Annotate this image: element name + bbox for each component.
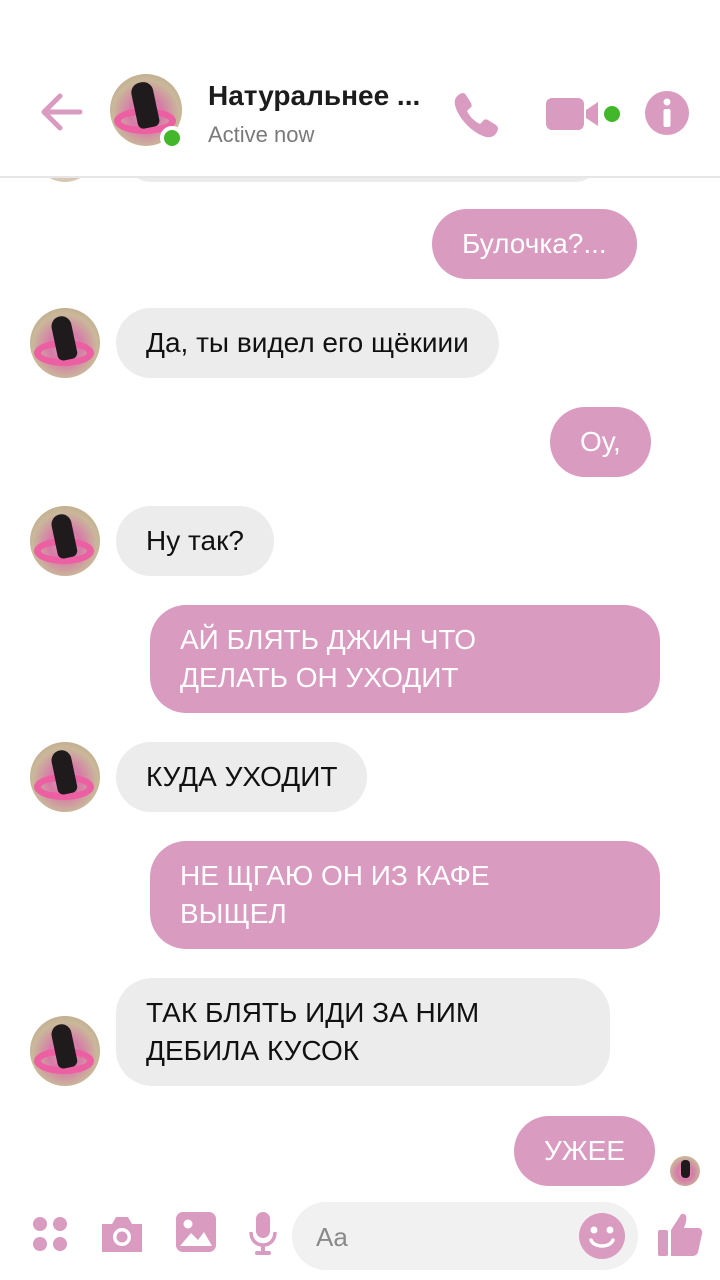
like-button[interactable] — [656, 1210, 704, 1258]
back-button[interactable] — [38, 88, 86, 136]
composer-bar: Aa — [0, 1198, 720, 1280]
message-bubble-incoming[interactable]: КУДА УХОДИТ — [116, 742, 368, 812]
video-camera-icon — [546, 98, 620, 130]
camera-icon — [102, 1217, 142, 1252]
active-status: Active now — [208, 122, 315, 147]
sender-avatar[interactable] — [30, 506, 100, 576]
message-text: Да, ты видел его щёкиии — [146, 327, 469, 358]
video-call-button[interactable] — [544, 94, 626, 134]
gallery-icon — [176, 1212, 216, 1252]
message-bubble-outgoing[interactable]: АЙ БЛЯТЬ ДЖИН ЧТО ДЕЛАТЬ ОН УХОДИТ — [150, 605, 660, 713]
message-text: Оу, — [580, 426, 621, 457]
message-text-line: НЕ ЩГАЮ ОН ИЗ КАФЕ — [180, 860, 490, 891]
apps-icon — [33, 1217, 67, 1251]
sender-avatar[interactable] — [30, 308, 100, 378]
message-list[interactable]: Булочка?... Да, ты видел его щёкиии Оу, … — [0, 138, 720, 1198]
emoji-button[interactable] — [578, 1212, 626, 1260]
voice-message-button[interactable] — [248, 1210, 278, 1261]
chat-header: Натуральнее ... Active now — [0, 0, 720, 178]
message-text: Ну так? — [146, 525, 244, 556]
message-text: КУДА УХОДИТ — [146, 761, 338, 792]
message-text-line: АЙ БЛЯТЬ ДЖИН ЧТО — [180, 624, 477, 655]
back-arrow-icon — [41, 93, 83, 131]
message-text-line: ТАК БЛЯТЬ ИДИ ЗА НИМ — [146, 997, 480, 1028]
message-bubble-outgoing[interactable]: УЖЕЕ — [514, 1116, 655, 1186]
camera-button[interactable] — [98, 1212, 146, 1261]
thumbs-up-icon — [658, 1213, 703, 1256]
seen-indicator-avatar — [670, 1156, 700, 1186]
message-text: УЖЕЕ — [544, 1135, 625, 1166]
online-indicator — [160, 126, 184, 150]
message-bubble-incoming[interactable]: Да, ты видел его щёкиии — [116, 308, 499, 378]
message-bubble-incoming[interactable]: ТАК БЛЯТЬ ИДИ ЗА НИМ ДЕБИЛА КУСОК — [116, 978, 610, 1086]
contact-name[interactable]: Натуральнее ... — [208, 80, 420, 112]
emoji-icon — [579, 1213, 625, 1259]
message-bubble-outgoing[interactable]: Оу, — [550, 407, 651, 477]
message-bubble-outgoing[interactable]: НЕ ЩГАЮ ОН ИЗ КАФЕ ВЫЩЕЛ — [150, 841, 660, 949]
info-button[interactable] — [644, 90, 690, 136]
message-input[interactable]: Aa — [292, 1202, 638, 1270]
message-text-line: ВЫЩЕЛ — [180, 898, 287, 929]
message-input-placeholder: Aa — [316, 1222, 348, 1252]
info-icon — [645, 91, 689, 135]
phone-icon — [454, 93, 498, 138]
sender-avatar[interactable] — [30, 742, 100, 812]
message-text-line: ДЕЛАТЬ ОН УХОДИТ — [180, 662, 459, 693]
voice-call-button[interactable] — [450, 88, 504, 142]
gallery-button[interactable] — [174, 1210, 218, 1259]
message-text: Булочка?... — [462, 228, 607, 259]
message-text-line: ДЕБИЛА КУСОК — [146, 1035, 360, 1066]
apps-button[interactable] — [30, 1214, 70, 1259]
message-bubble-outgoing[interactable]: Булочка?... — [432, 209, 637, 279]
contact-avatar[interactable] — [110, 74, 186, 150]
microphone-icon — [249, 1212, 277, 1255]
message-bubble-incoming[interactable]: Ну так? — [116, 506, 274, 576]
sender-avatar[interactable] — [30, 1016, 100, 1086]
